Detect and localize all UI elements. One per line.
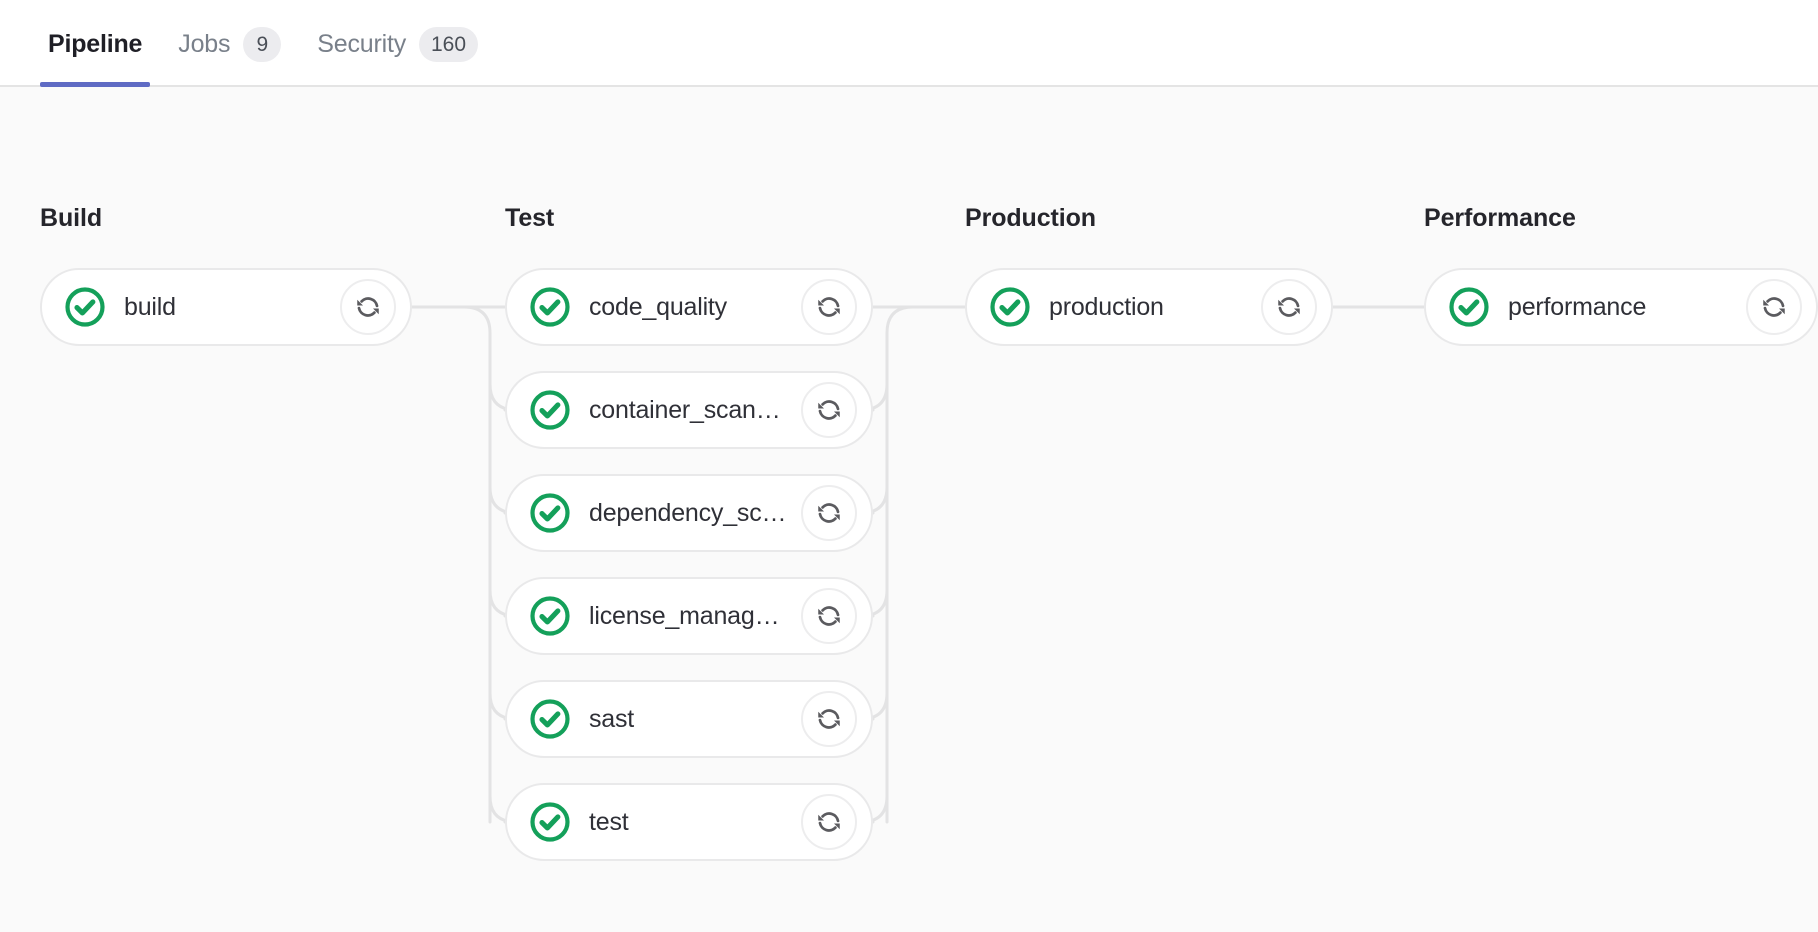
tab-jobs[interactable]: Jobs 9 [160, 0, 299, 85]
job-name: performance [1508, 293, 1736, 322]
job-card-dependency_sc[interactable]: dependency_sc… [505, 474, 873, 552]
tab-security-label: Security [317, 28, 406, 57]
check-circle-icon [989, 286, 1031, 328]
check-circle-icon [529, 698, 571, 740]
job-name: license_manag… [589, 602, 791, 631]
tab-pipeline[interactable]: Pipeline [30, 0, 160, 85]
job-card-performance[interactable]: performance [1424, 268, 1818, 346]
pipeline-canvas: Build build Test code_quality container_scan… [0, 87, 1818, 932]
check-circle-icon [529, 286, 571, 328]
job-card-container_scan[interactable]: container_scan… [505, 371, 873, 449]
retry-icon[interactable] [801, 794, 857, 850]
job-name: code_quality [589, 293, 791, 322]
check-circle-icon [529, 492, 571, 534]
check-circle-icon [1448, 286, 1490, 328]
retry-icon[interactable] [801, 691, 857, 747]
retry-icon[interactable] [801, 382, 857, 438]
retry-icon[interactable] [340, 279, 396, 335]
job-card-test[interactable]: test [505, 783, 873, 861]
pipeline-tabbar: Pipeline Jobs 9 Security 160 [0, 0, 1818, 87]
stage-title-test: Test [505, 204, 554, 233]
job-name: build [124, 293, 330, 322]
tab-pipeline-label: Pipeline [48, 28, 142, 57]
tab-jobs-badge: 9 [243, 27, 281, 62]
retry-icon[interactable] [801, 279, 857, 335]
check-circle-icon [64, 286, 106, 328]
job-name: production [1049, 293, 1251, 322]
stage-title-build: Build [40, 204, 102, 233]
check-circle-icon [529, 801, 571, 843]
pipeline-graph: Build build Test code_quality container_scan… [0, 87, 1818, 932]
tab-jobs-label: Jobs [178, 28, 230, 57]
job-card-sast[interactable]: sast [505, 680, 873, 758]
job-card-license_manag[interactable]: license_manag… [505, 577, 873, 655]
tab-security-badge: 160 [419, 27, 478, 62]
retry-icon[interactable] [801, 485, 857, 541]
job-card-build[interactable]: build [40, 268, 412, 346]
job-name: sast [589, 705, 791, 734]
retry-icon[interactable] [1746, 279, 1802, 335]
retry-icon[interactable] [801, 588, 857, 644]
job-card-code_quality[interactable]: code_quality [505, 268, 873, 346]
job-name: test [589, 808, 791, 837]
retry-icon[interactable] [1261, 279, 1317, 335]
stage-title-performance: Performance [1424, 204, 1576, 233]
stage-title-production: Production [965, 204, 1096, 233]
job-card-production[interactable]: production [965, 268, 1333, 346]
check-circle-icon [529, 595, 571, 637]
job-name: dependency_sc… [589, 499, 791, 528]
check-circle-icon [529, 389, 571, 431]
job-name: container_scan… [589, 396, 791, 425]
tab-security[interactable]: Security 160 [299, 0, 496, 85]
